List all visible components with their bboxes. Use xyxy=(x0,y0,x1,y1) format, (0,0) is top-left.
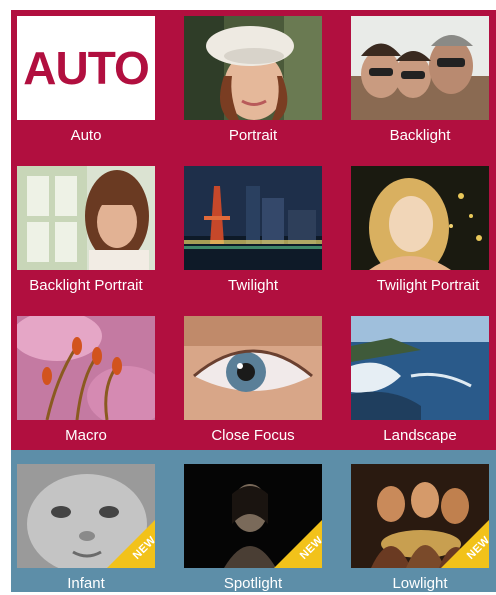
scene-thumbnail-twilight xyxy=(184,166,322,270)
scene-mode-panel: AUTO Auto Portrait Backlight Backlight P… xyxy=(11,10,496,592)
scene-tile-close-focus[interactable]: Close Focus xyxy=(178,310,328,444)
scene-thumbnail-close-focus xyxy=(184,316,322,420)
scene-label: Backlight Portrait xyxy=(29,277,143,294)
new-badge: NEW xyxy=(441,520,489,568)
scene-label: Portrait xyxy=(228,127,278,144)
scene-tile-landscape[interactable]: Landscape xyxy=(345,310,495,444)
scene-thumbnail-lowlight: NEW xyxy=(351,464,489,568)
scene-thumbnail-portrait xyxy=(184,16,322,120)
scene-thumbnail-infant: NEW xyxy=(17,464,155,568)
scene-label: Infant xyxy=(67,575,105,592)
new-badge: NEW xyxy=(274,520,322,568)
scene-tile-backlight-portrait[interactable]: Backlight Portrait xyxy=(11,160,161,294)
scene-label: Twilight Portrait xyxy=(376,277,480,294)
scene-label: Auto xyxy=(70,127,102,144)
scene-tile-backlight[interactable]: Backlight xyxy=(345,10,495,144)
scene-label: Close Focus xyxy=(211,427,295,444)
scene-label: Spotlight xyxy=(223,575,283,592)
scene-tile-twilight[interactable]: Twilight xyxy=(178,160,328,294)
scene-tile-infant[interactable]: NEW Infant xyxy=(11,458,161,592)
scene-thumbnail-backlight xyxy=(351,16,489,120)
scene-thumbnail-auto: AUTO xyxy=(17,16,155,120)
new-badge-text: NEW xyxy=(464,534,489,562)
new-badge-text: NEW xyxy=(297,534,322,562)
scene-thumbnail-spotlight: NEW xyxy=(184,464,322,568)
scene-thumbnail-twilight-portrait xyxy=(351,166,489,270)
new-badge: NEW xyxy=(107,520,155,568)
scene-tile-twilight-portrait[interactable]: Twilight Portrait xyxy=(345,160,495,294)
scene-label: Backlight xyxy=(389,127,451,144)
scene-tile-spotlight[interactable]: NEW Spotlight xyxy=(178,458,328,592)
auto-logo-text: AUTO xyxy=(23,42,149,94)
scene-thumbnail-macro xyxy=(17,316,155,420)
scene-label: Twilight xyxy=(227,277,279,294)
scene-tile-macro[interactable]: Macro xyxy=(11,310,161,444)
scene-label: Lowlight xyxy=(392,575,448,592)
scene-tile-lowlight[interactable]: NEW Lowlight xyxy=(345,458,495,592)
new-badge-text: NEW xyxy=(130,534,155,562)
scene-tile-auto[interactable]: AUTO Auto xyxy=(11,10,161,144)
scene-label: Macro xyxy=(65,427,107,444)
scene-tile-portrait[interactable]: Portrait xyxy=(178,10,328,144)
scene-label: Landscape xyxy=(383,427,457,444)
scene-thumbnail-backlight-portrait xyxy=(17,166,155,270)
auto-logo: AUTO xyxy=(17,16,155,120)
scene-thumbnail-landscape xyxy=(351,316,489,420)
